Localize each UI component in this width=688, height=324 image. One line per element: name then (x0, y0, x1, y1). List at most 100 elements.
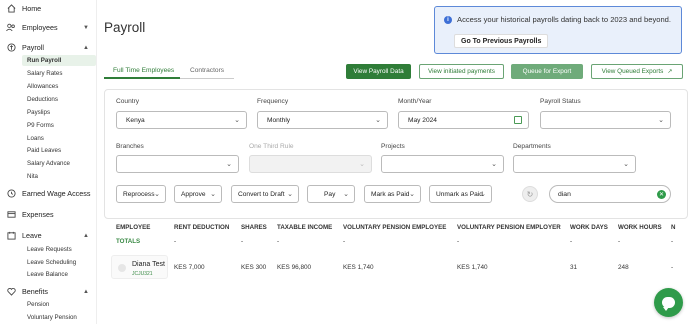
sidebar-item-payroll[interactable]: Payroll ▲ (0, 42, 97, 53)
sidebar-item-label: Expenses (22, 210, 54, 219)
chevron-down-icon: ⌄ (480, 191, 486, 198)
sidebar-item-deductions[interactable]: Deductions (0, 94, 97, 105)
sidebar-item-allowances[interactable]: Allowances (0, 81, 97, 92)
sidebar-item-home[interactable]: Home (0, 3, 97, 13)
search-input[interactable]: dian ✕ (549, 185, 671, 203)
sidebar-item-label: Home (22, 3, 42, 13)
sidebar-item-leave-scheduling[interactable]: Leave Scheduling (0, 257, 97, 268)
sidebar-item-employees[interactable]: Employees ▼ (0, 22, 97, 33)
sidebar-sub-label: Pension (27, 301, 50, 308)
col-header-work-days: WORK DAYS (570, 224, 608, 231)
branches-select[interactable]: ⌄ (116, 155, 239, 173)
unmark-as-paid-label: Unmark as Paid (436, 190, 483, 198)
branches-label: Branches (116, 143, 144, 150)
sidebar-sub-label: Loans (27, 135, 44, 142)
one-third-rule-label: One Third Rule (249, 143, 294, 150)
sidebar-item-salary-rates[interactable]: Salary Rates (0, 68, 97, 79)
departments-select[interactable]: ⌄ (513, 155, 636, 173)
sidebar-item-benefits[interactable]: Benefits ▲ (0, 286, 97, 297)
sidebar-sub-label: Leave Balance (27, 271, 68, 278)
cell-vp-employer: KES 1,740 (457, 264, 488, 271)
totals-vp-employer: - (457, 238, 460, 245)
sidebar-sub-label: Voluntary Pension (27, 314, 77, 321)
sidebar-item-pension[interactable]: Pension (0, 299, 97, 310)
sidebar-item-leave[interactable]: Leave ▲ (0, 230, 97, 241)
queue-for-export-button[interactable]: Queue for Export (511, 64, 583, 79)
col-header-rent-deduction: RENT DEDUCTION (174, 224, 230, 231)
info-icon: i (444, 16, 452, 24)
sidebar-item-p9-forms[interactable]: P9 Forms (0, 120, 97, 131)
sidebar-sub-label: Allowances (27, 83, 59, 90)
convert-to-draft-dropdown[interactable]: Convert to Draft ⌄ (231, 185, 299, 203)
mark-as-paid-dropdown[interactable]: Mark as Paid ⌄ (364, 185, 421, 203)
chevron-up-icon: ▲ (83, 288, 89, 295)
pay-dropdown[interactable]: Pay ⌄ (307, 185, 355, 203)
view-initiated-payments-button[interactable]: View initiated payments (419, 64, 504, 79)
sidebar-item-paid-leaves[interactable]: Paid Leaves (0, 145, 97, 156)
view-queued-exports-label: View Queued Exports (601, 68, 664, 75)
totals-vp-employee: - (343, 238, 346, 245)
sidebar: Home Employees ▼ Payroll ▲ Run Payroll S… (0, 0, 97, 324)
chevron-up-icon: ▲ (83, 44, 89, 51)
sidebar-item-salary-advance[interactable]: Salary Advance (0, 158, 97, 169)
cell-work-hours: 248 (618, 264, 629, 271)
sidebar-item-leave-balance[interactable]: Leave Balance (0, 269, 97, 280)
cell-vp-employee: KES 1,740 (343, 264, 374, 271)
sidebar-item-label: Benefits (22, 287, 48, 296)
sidebar-item-earned-wage-access[interactable]: Earned Wage Access (0, 188, 97, 199)
payroll-status-select[interactable]: ⌄ (540, 111, 671, 129)
info-banner: i Access your historical payrolls dating… (434, 6, 682, 54)
cell-taxable-income: KES 96,800 (277, 264, 312, 271)
departments-label: Departments (513, 143, 551, 150)
totals-work-days: - (570, 238, 573, 245)
chevron-down-icon: ▼ (83, 24, 89, 31)
calendar-icon (6, 231, 16, 241)
country-value: Kenya (126, 116, 145, 124)
projects-label: Projects (381, 143, 405, 150)
employee-cell[interactable]: Diana Test JCJU321 (111, 255, 168, 279)
home-icon (6, 3, 16, 13)
country-select[interactable]: Kenya ⌄ (116, 111, 247, 129)
one-third-rule-select: ⌄ (249, 155, 372, 173)
sidebar-item-loans[interactable]: Loans (0, 133, 97, 144)
sidebar-item-label: Earned Wage Access (22, 189, 91, 198)
view-payroll-data-button[interactable]: View Payroll Data (346, 64, 411, 79)
calendar-icon (514, 116, 522, 124)
tab-contractors[interactable]: Contractors (190, 67, 224, 74)
go-to-previous-payrolls-button[interactable]: Go To Previous Payrolls (454, 34, 549, 48)
approve-dropdown[interactable]: Approve ⌄ (174, 185, 222, 203)
reprocess-dropdown[interactable]: Reprocess ⌄ (116, 185, 166, 203)
sidebar-item-label: Employees (22, 23, 58, 32)
totals-rent-deduction: - (174, 238, 177, 245)
sidebar-item-expenses[interactable]: Expenses (0, 209, 97, 220)
receipt-icon (6, 210, 16, 220)
unmark-as-paid-dropdown[interactable]: Unmark as Paid ⌄ (429, 185, 492, 203)
employee-type-tabs: Full Time Employees Contractors (104, 64, 234, 79)
projects-select[interactable]: ⌄ (381, 155, 504, 173)
chat-button[interactable] (654, 288, 683, 317)
col-header-voluntary-pension-employee: VOLUNTARY PENSION EMPLOYEE (343, 224, 447, 231)
totals-taxable-income: - (277, 238, 280, 245)
chevron-down-icon: ⌄ (226, 161, 232, 168)
cell-n: - (671, 264, 674, 271)
sidebar-item-payslips[interactable]: Payslips (0, 107, 97, 118)
frequency-select[interactable]: Monthly ⌄ (257, 111, 388, 129)
view-queued-exports-button[interactable]: View Queued Exports ↗ (591, 64, 683, 79)
clear-search-icon[interactable]: ✕ (657, 190, 666, 199)
sidebar-item-nita[interactable]: Nita (0, 171, 97, 182)
sidebar-item-run-payroll[interactable]: Run Payroll (22, 55, 96, 66)
chevron-down-icon: ⌄ (154, 191, 160, 198)
col-header-shares: SHARES (241, 224, 267, 231)
month-year-picker[interactable]: May 2024 (398, 111, 529, 129)
chevron-down-icon: ⌄ (409, 191, 415, 198)
pay-label: Pay (324, 190, 336, 198)
refresh-icon[interactable]: ↻ (522, 186, 538, 202)
sidebar-item-leave-requests[interactable]: Leave Requests (0, 244, 97, 255)
tab-full-time-employees[interactable]: Full Time Employees (113, 67, 174, 74)
sidebar-item-voluntary-pension[interactable]: Voluntary Pension (0, 312, 97, 323)
cell-rent-deduction: KES 7,000 (174, 264, 205, 271)
page-title: Payroll (104, 20, 146, 35)
sidebar-sub-label: Salary Rates (27, 70, 63, 77)
chat-icon (662, 297, 675, 311)
month-year-value: May 2024 (408, 116, 437, 124)
